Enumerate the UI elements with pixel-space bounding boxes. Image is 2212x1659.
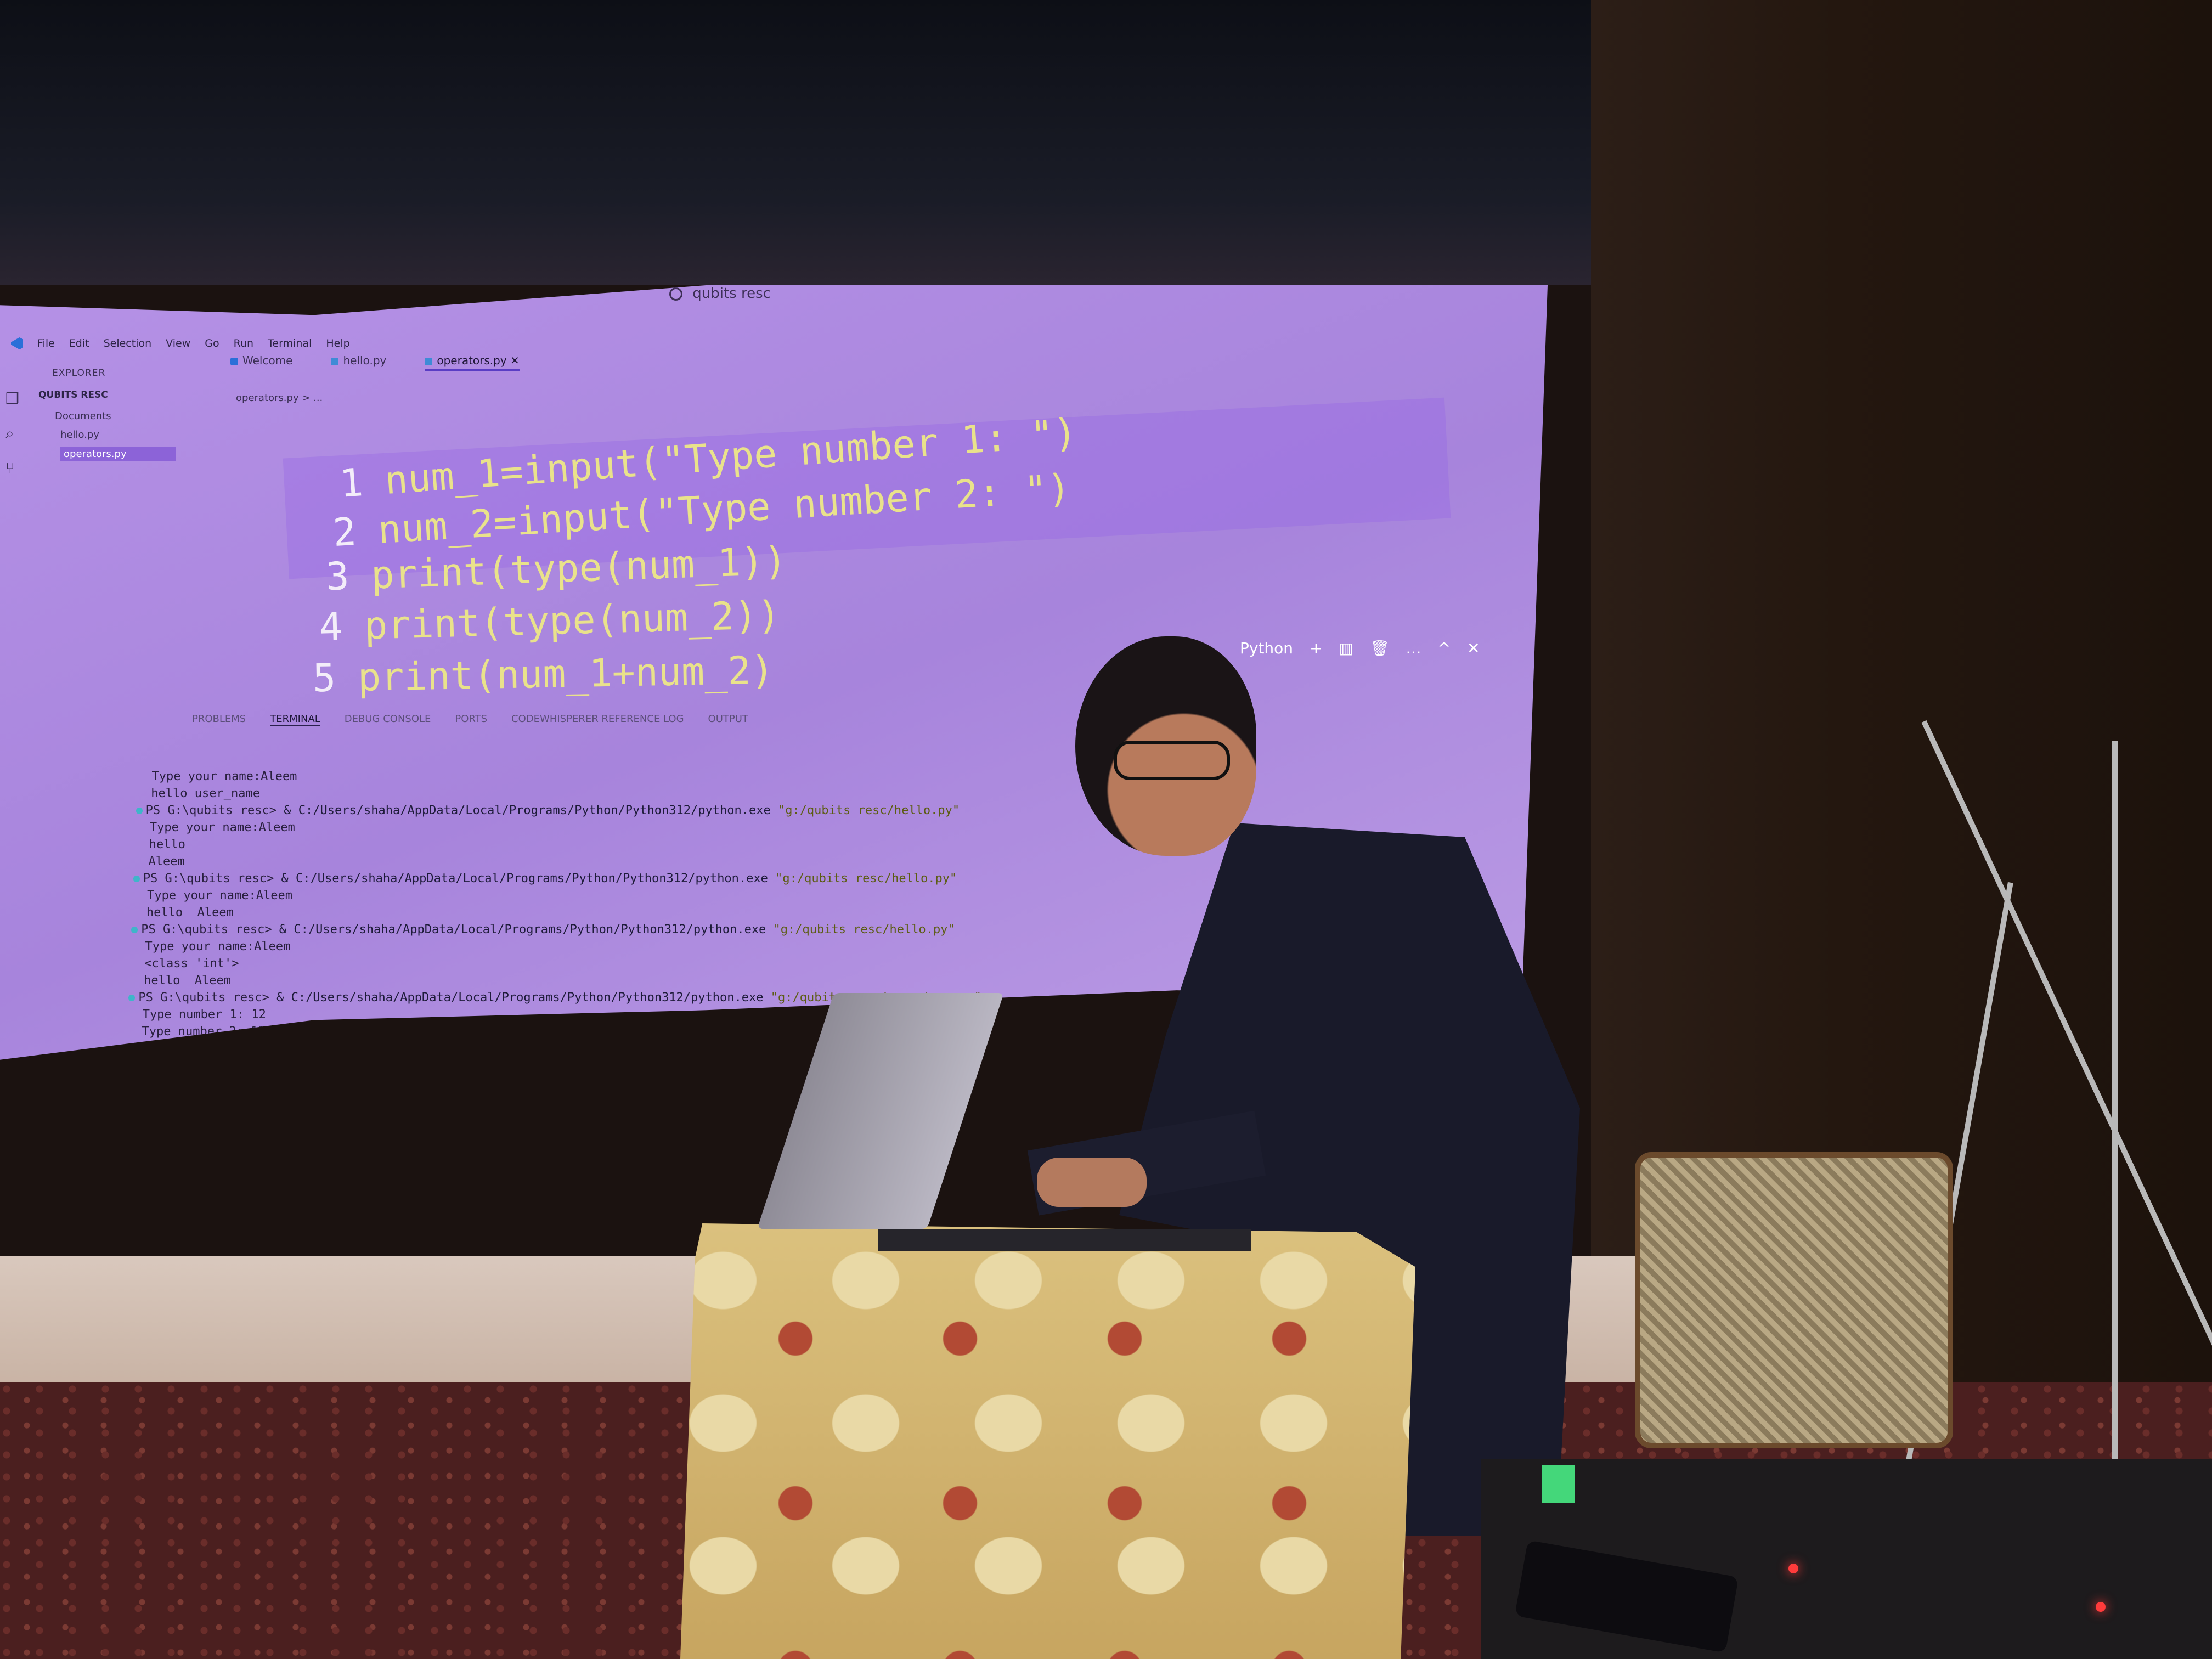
terminal-line: hello user_name	[136, 787, 260, 800]
terminal-command: & C:/Users/shaha/AppData/Local/Programs/…	[274, 1059, 768, 1073]
aws-status[interactable]: AWS: AWS Builder ID	[0, 1196, 132, 1218]
terminal-line: PS G:\qubits resc> & C:/Users/shaha/AppD…	[136, 802, 981, 819]
terminal-line: Type your name:Aleem	[137, 770, 297, 783]
command-status-dot[interactable]	[136, 808, 143, 814]
terminal-prompt: PS G:\qubits resc>	[136, 1059, 274, 1073]
status-bar: AWS: AWS Builder ID CodeWhisperer	[0, 1196, 329, 1218]
terminal-prompt: PS G:\qubits resc>	[141, 923, 279, 936]
laptop-base	[878, 1229, 1251, 1251]
explorer-title: EXPLORER	[52, 368, 106, 379]
tab-ports[interactable]: PORTS	[455, 713, 487, 726]
menu-run[interactable]: Run	[234, 337, 253, 349]
menu-selection[interactable]: Selection	[104, 337, 152, 349]
command-status-dot[interactable]	[133, 876, 140, 882]
terminal-prompt: PS G:\qubits resc>	[132, 1161, 270, 1175]
command-center-search[interactable]: qubits resc	[669, 285, 771, 302]
menu-view[interactable]: View	[166, 337, 190, 349]
lace-covered-table	[680, 1223, 1415, 1659]
code-editor[interactable]: 1 num_1=input("Type number 1: ") 2 num_2=i…	[274, 351, 1078, 701]
terminal-line: hello Aleem	[129, 974, 232, 988]
terminal-prompt: PS G:\qubits resc>	[143, 872, 281, 885]
terminal-command: & C:/Users/shaha/AppData/Local/Programs/…	[281, 872, 776, 885]
line-number: 1	[338, 460, 365, 506]
presenter-hand	[1037, 1158, 1147, 1207]
workspace-folder[interactable]: QUBITS RESC	[38, 390, 108, 400]
command-status-dot[interactable]	[126, 1063, 133, 1069]
tab-terminal[interactable]: TERMINAL	[270, 713, 320, 726]
terminal-line: PS G:\qubits resc> & C:/Users/shaha/AppD…	[131, 921, 981, 938]
menu-file[interactable]: File	[37, 337, 55, 349]
laptop-lid	[757, 993, 1004, 1229]
mic-stand	[2112, 741, 2118, 1536]
explorer-item-documents[interactable]: Documents	[55, 410, 111, 422]
code-text: print(type(num_2))	[364, 592, 781, 648]
terminal-line: Aleem	[134, 855, 185, 868]
command-status-dot[interactable]	[131, 927, 138, 933]
terminal-line: <class 'int'>	[129, 957, 239, 970]
terminal-cursor	[270, 1161, 275, 1175]
search-icon	[669, 287, 682, 301]
line-number: 3	[325, 554, 350, 600]
tab-output[interactable]: OUTPUT	[708, 713, 748, 726]
terminal-prompt: PS G:\qubits resc>	[145, 804, 284, 817]
terminal-argument: "g:/qubits resc/hello.py"	[773, 923, 955, 936]
vscode-logo-icon	[11, 337, 23, 349]
menu-terminal[interactable]: Terminal	[268, 337, 312, 349]
woven-chair	[1635, 1152, 1953, 1448]
menu-bar: File Edit Selection View Go Run Terminal…	[11, 337, 350, 349]
command-status-dot[interactable]	[122, 1165, 128, 1171]
glasses	[1114, 741, 1230, 780]
terminal-line: hello Aleem	[132, 906, 234, 919]
tab-debug-console[interactable]: DEBUG CONSOLE	[345, 713, 431, 726]
terminal-line: Type your name:Aleem	[135, 821, 295, 834]
terminal-argument: "g:/qubits resc/hello.py"	[777, 804, 960, 817]
level-meter	[1542, 1465, 1575, 1503]
red-indicator-light	[1788, 1564, 1798, 1573]
tab-codewhisperer-log[interactable]: CODEWHISPERER REFERENCE LOG	[511, 713, 684, 726]
red-indicator-light	[2096, 1602, 2106, 1612]
terminal-line: Type your name:Aleem	[132, 889, 293, 902]
terminal-command: & C:/Users/shaha/AppData/Local/Programs/…	[279, 923, 774, 936]
panel-tabs: PROBLEMS TERMINAL DEBUG CONSOLE PORTS CO…	[192, 713, 748, 726]
codewhisperer-status[interactable]: CodeWhisperer	[132, 1196, 233, 1218]
vscode-icon	[230, 357, 238, 365]
line-number: 4	[318, 603, 343, 650]
terminal-prompt: PS G:\qubits resc>	[138, 991, 277, 1005]
terminal-line: Type your name:Aleem	[131, 940, 291, 953]
code-text: print(type(num_1))	[370, 538, 788, 598]
explorer-item-hello[interactable]: hello.py	[60, 429, 99, 441]
menu-edit[interactable]: Edit	[69, 337, 89, 349]
terminal-line: PS G:\qubits resc> & C:/Users/shaha/AppD…	[133, 870, 981, 887]
search-text: qubits resc	[692, 285, 771, 302]
terminal-argument: "g:/qubits resc/hello.py"	[775, 872, 957, 885]
terminal-command: & C:/Users/shaha/AppData/Local/Programs/…	[276, 991, 771, 1005]
terminal-command: & C:/Users/shaha/AppData/Local/Programs/…	[284, 804, 778, 817]
code-text: print(num_1+num_2)	[357, 647, 775, 700]
menu-help[interactable]: Help	[326, 337, 349, 349]
tab-problems[interactable]: PROBLEMS	[192, 713, 246, 726]
explorer-item-operators[interactable]: operators.py	[60, 447, 176, 461]
terminal-line: hello	[134, 838, 185, 851]
command-status-dot[interactable]	[128, 995, 136, 1001]
line-number: 5	[312, 655, 336, 701]
menu-go[interactable]: Go	[205, 337, 219, 349]
